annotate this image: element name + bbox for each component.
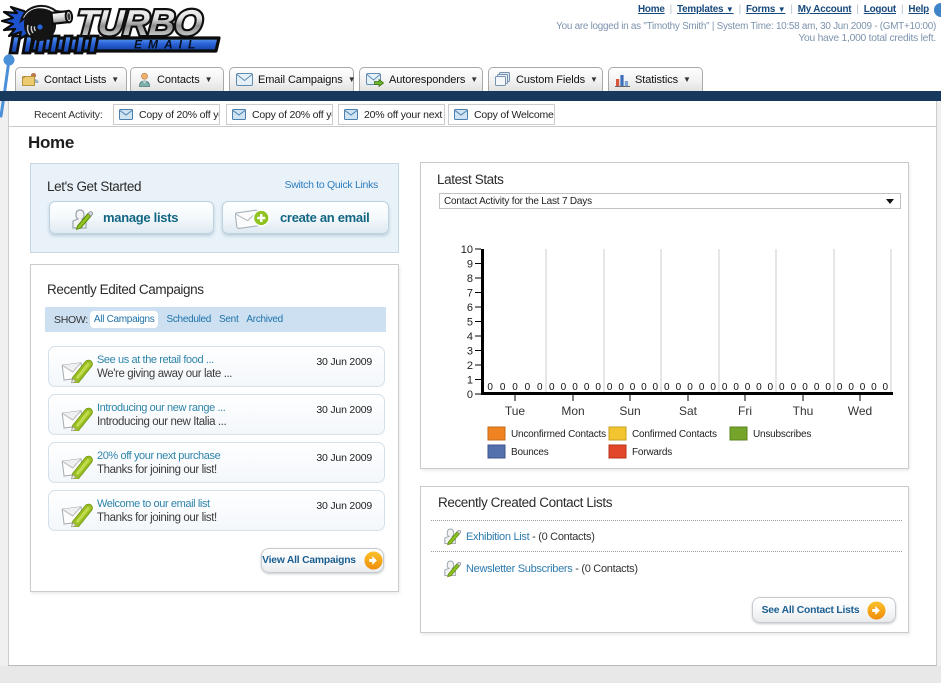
svg-text:0: 0: [848, 382, 854, 393]
svg-text:0: 0: [561, 382, 567, 393]
svg-text:0: 0: [733, 382, 739, 393]
svg-text:4: 4: [467, 331, 473, 343]
svg-text:0: 0: [641, 382, 647, 393]
svg-text:Tue: Tue: [505, 404, 526, 418]
svg-text:0: 0: [779, 382, 785, 393]
svg-text:9: 9: [467, 259, 473, 271]
svg-text:0: 0: [512, 382, 518, 393]
svg-text:0: 0: [802, 382, 808, 393]
svg-text:Confirmed Contacts: Confirmed Contacts: [632, 429, 717, 440]
svg-text:0: 0: [618, 382, 624, 393]
svg-text:Bounces: Bounces: [511, 447, 549, 458]
svg-text:Thu: Thu: [793, 404, 814, 418]
svg-text:0: 0: [699, 382, 705, 393]
svg-text:0: 0: [745, 382, 751, 393]
svg-text:Unconfirmed Contacts: Unconfirmed Contacts: [511, 429, 606, 440]
svg-text:0: 0: [791, 382, 797, 393]
svg-text:0: 0: [500, 382, 506, 393]
svg-text:0: 0: [825, 382, 831, 393]
svg-text:2: 2: [467, 360, 473, 372]
svg-text:0: 0: [722, 382, 728, 393]
svg-text:Wed: Wed: [848, 404, 872, 418]
svg-text:0: 0: [595, 382, 601, 393]
svg-text:7: 7: [467, 288, 473, 300]
svg-text:0: 0: [607, 382, 613, 393]
svg-text:Forwards: Forwards: [632, 447, 672, 458]
svg-text:0: 0: [549, 382, 555, 393]
svg-text:0: 0: [837, 382, 843, 393]
svg-text:TURBO: TURBO: [75, 2, 204, 43]
svg-text:0: 0: [467, 389, 473, 401]
svg-text:0: 0: [871, 382, 877, 393]
svg-text:Sun: Sun: [619, 404, 640, 418]
svg-text:0: 0: [537, 382, 543, 393]
svg-text:0: 0: [572, 382, 578, 393]
svg-text:0: 0: [883, 382, 889, 393]
svg-text:0: 0: [814, 382, 820, 393]
svg-text:0: 0: [860, 382, 866, 393]
svg-text:0: 0: [687, 382, 693, 393]
svg-text:3: 3: [467, 346, 473, 358]
svg-text:0: 0: [525, 382, 531, 393]
svg-text:Sat: Sat: [679, 404, 698, 418]
svg-text:0: 0: [768, 382, 774, 393]
svg-text:0: 0: [756, 382, 762, 393]
svg-text:Fri: Fri: [738, 404, 752, 418]
svg-text:1: 1: [467, 375, 473, 387]
svg-text:5: 5: [467, 317, 473, 329]
svg-text:0: 0: [653, 382, 659, 393]
svg-text:0: 0: [584, 382, 590, 393]
svg-text:Unsubscribes: Unsubscribes: [753, 429, 811, 440]
svg-text:Mon: Mon: [561, 404, 584, 418]
svg-text:0: 0: [630, 382, 636, 393]
svg-text:0: 0: [487, 382, 493, 393]
svg-text:0: 0: [664, 382, 670, 393]
svg-text:0: 0: [676, 382, 682, 393]
svg-text:6: 6: [467, 302, 473, 314]
svg-text:10: 10: [461, 244, 473, 256]
svg-text:0: 0: [710, 382, 716, 393]
svg-text:8: 8: [467, 273, 473, 285]
